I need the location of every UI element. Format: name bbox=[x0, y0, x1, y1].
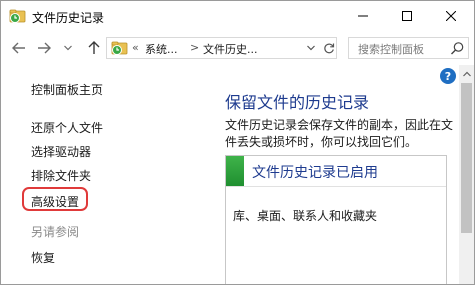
search-input[interactable]: 搜索控制面板 bbox=[348, 37, 469, 59]
chevron-down-icon bbox=[64, 45, 72, 51]
status-title: 文件历史记录已启用 bbox=[252, 165, 378, 181]
window-title: 文件历史记录 bbox=[32, 11, 105, 25]
status-divider bbox=[226, 186, 446, 187]
minimize-button[interactable] bbox=[341, 1, 385, 31]
chevron-up-icon bbox=[462, 71, 471, 77]
recent-locations-button[interactable] bbox=[62, 39, 74, 57]
forward-button[interactable] bbox=[35, 39, 53, 57]
back-button[interactable] bbox=[10, 39, 28, 57]
status-panel: 文件历史记录已启用 库、桌面、联系人和收藏夹 bbox=[225, 155, 447, 284]
refresh-button[interactable] bbox=[321, 40, 336, 56]
close-icon bbox=[446, 11, 456, 21]
search-icon[interactable] bbox=[450, 41, 465, 56]
vertical-scrollbar[interactable] bbox=[459, 65, 474, 284]
scroll-up-button[interactable] bbox=[459, 67, 474, 81]
close-button[interactable] bbox=[429, 1, 473, 31]
control-panel-home-link[interactable]: 控制面板主页 bbox=[31, 81, 103, 98]
left-navigation-pane: 控制面板主页 还原个人文件 选择驱动器 排除文件夹 高级设置 另请参阅 恢复 bbox=[1, 65, 206, 284]
navigation-bar: « 系统... > 文件历史... 搜索控制面板 bbox=[1, 32, 474, 64]
address-bar[interactable]: « 系统... > 文件历史... bbox=[106, 37, 337, 59]
breadcrumb-file-history[interactable]: 文件历史... bbox=[203, 41, 258, 57]
search-placeholder: 搜索控制面板 bbox=[358, 43, 424, 56]
advanced-settings-link[interactable]: 高级设置 bbox=[31, 193, 79, 210]
breadcrumb-overflow[interactable]: « bbox=[132, 41, 139, 54]
up-button[interactable] bbox=[85, 39, 103, 57]
title-bar: 文件历史记录 bbox=[1, 1, 474, 31]
page-title: 保留文件的历史记录 bbox=[225, 93, 370, 112]
select-drive-link[interactable]: 选择驱动器 bbox=[31, 143, 91, 160]
page-description: 文件历史记录会保存文件的副本，因此在文件丢失或损坏时，你可以找回它们。 bbox=[225, 118, 454, 149]
arrow-right-icon bbox=[38, 42, 51, 54]
address-dropdown-button[interactable] bbox=[305, 41, 317, 55]
chevron-down-icon bbox=[307, 45, 315, 51]
minimize-icon bbox=[358, 15, 368, 17]
maximize-icon bbox=[402, 11, 412, 21]
restore-personal-files-link[interactable]: 还原个人文件 bbox=[31, 119, 103, 136]
maximize-button[interactable] bbox=[385, 1, 429, 31]
arrow-up-icon bbox=[88, 41, 100, 54]
file-history-window: 文件历史记录 « 系统... > 文件历史... 搜索控制面板 控制面板主页 还… bbox=[0, 0, 475, 285]
file-history-icon bbox=[111, 41, 128, 55]
exclude-folders-link[interactable]: 排除文件夹 bbox=[31, 167, 91, 184]
status-enabled-indicator bbox=[226, 156, 244, 186]
scrollbar-thumb[interactable] bbox=[461, 83, 472, 233]
arrow-left-icon bbox=[12, 42, 25, 54]
see-also-heading: 另请参阅 bbox=[31, 225, 80, 239]
recovery-link[interactable]: 恢复 bbox=[31, 249, 55, 266]
backed-up-locations: 库、桌面、联系人和收藏夹 bbox=[233, 209, 378, 223]
file-history-icon bbox=[9, 9, 26, 23]
refresh-icon bbox=[323, 43, 334, 54]
breadcrumb-separator[interactable]: > bbox=[190, 41, 199, 54]
help-icon[interactable]: ? bbox=[440, 68, 456, 84]
breadcrumb-system[interactable]: 系统... bbox=[145, 41, 178, 57]
